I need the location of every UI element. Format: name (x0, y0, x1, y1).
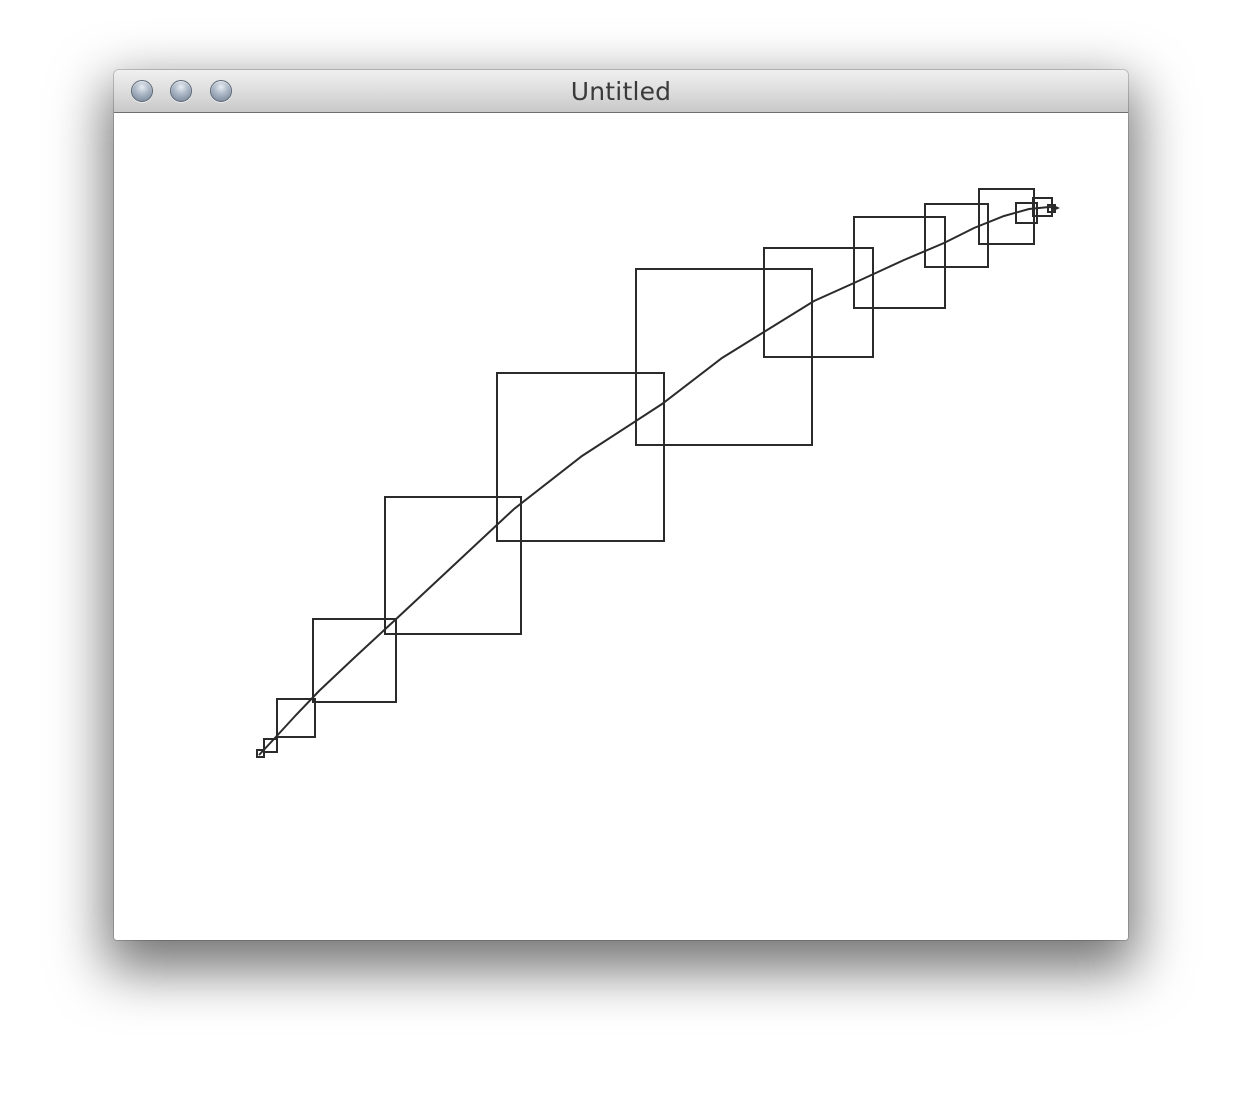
window-title: Untitled (570, 77, 672, 106)
square-3 (276, 698, 316, 738)
square-8 (763, 247, 874, 358)
app-window: Untitled (114, 70, 1128, 940)
canvas-area (114, 113, 1128, 940)
drawing-canvas (256, 188, 1060, 758)
title-bar[interactable]: Untitled (114, 70, 1128, 113)
trajectory-curve (258, 205, 1059, 756)
square-2 (263, 738, 278, 753)
